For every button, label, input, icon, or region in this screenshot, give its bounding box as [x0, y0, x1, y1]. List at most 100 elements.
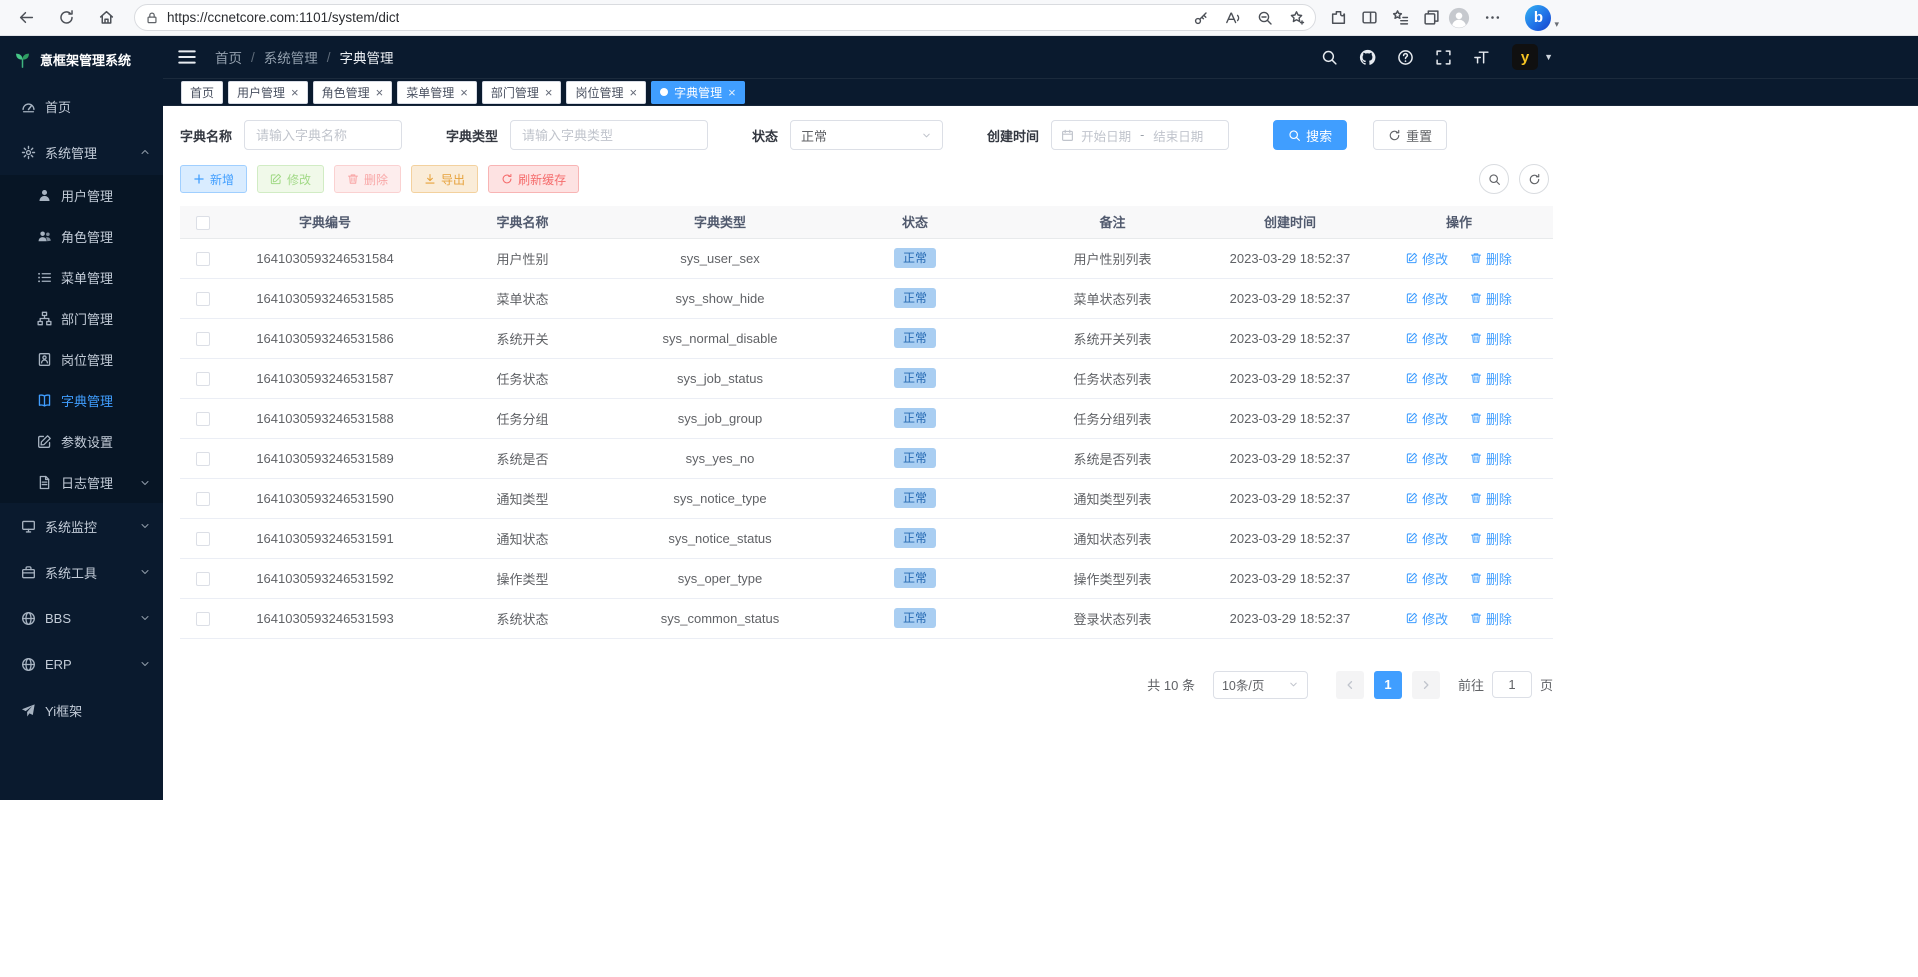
- cell-dict-type-link[interactable]: sys_show_hide: [620, 278, 820, 318]
- prev-page-button[interactable]: [1336, 671, 1364, 699]
- tab-2[interactable]: 角色管理 ×: [313, 81, 393, 104]
- cell-dict-type-link[interactable]: sys_job_group: [620, 398, 820, 438]
- address-bar[interactable]: https://ccnetcore.com:1101/system/dict: [134, 4, 1316, 31]
- zoom-out-icon[interactable]: [1257, 10, 1273, 26]
- cell-dict-type-link[interactable]: sys_user_sex: [620, 238, 820, 278]
- more-icon[interactable]: [1484, 9, 1501, 26]
- sidebar-item-2[interactable]: 用户管理: [0, 175, 163, 216]
- dict-type-input[interactable]: [510, 120, 708, 150]
- row-checkbox[interactable]: [196, 452, 210, 466]
- star-plus-icon[interactable]: [1289, 10, 1305, 26]
- refresh-table-button[interactable]: [1519, 164, 1549, 194]
- fullscreen-icon[interactable]: [1435, 49, 1452, 66]
- row-checkbox[interactable]: [196, 252, 210, 266]
- row-delete-link[interactable]: 删除: [1470, 529, 1512, 548]
- row-delete-link[interactable]: 删除: [1470, 449, 1512, 468]
- date-range-picker[interactable]: 开始日期 - 结束日期: [1051, 120, 1229, 150]
- cell-dict-type-link[interactable]: sys_oper_type: [620, 558, 820, 598]
- status-select[interactable]: 正常: [790, 120, 943, 150]
- close-icon[interactable]: ×: [291, 86, 299, 99]
- extensions-icon[interactable]: [1330, 9, 1347, 26]
- back-icon[interactable]: [10, 3, 42, 33]
- page-size-select[interactable]: 10条/页: [1213, 671, 1308, 699]
- breadcrumb-item[interactable]: 系统管理: [264, 47, 318, 67]
- toggle-search-button[interactable]: [1479, 164, 1509, 194]
- add-button[interactable]: 新增: [180, 165, 247, 193]
- row-delete-link[interactable]: 删除: [1470, 329, 1512, 348]
- row-delete-link[interactable]: 删除: [1470, 369, 1512, 388]
- sidebar-item-11[interactable]: 系统工具: [0, 549, 163, 595]
- logo[interactable]: 意框架管理系统: [0, 36, 163, 83]
- row-delete-link[interactable]: 删除: [1470, 609, 1512, 628]
- refresh-icon[interactable]: [50, 3, 82, 33]
- tab-3[interactable]: 菜单管理 ×: [397, 81, 477, 104]
- font-size-icon[interactable]: [1473, 49, 1490, 66]
- hamburger-icon[interactable]: [177, 47, 197, 67]
- cell-dict-type-link[interactable]: sys_notice_type: [620, 478, 820, 518]
- next-page-button[interactable]: [1412, 671, 1440, 699]
- close-icon[interactable]: ×: [629, 86, 637, 99]
- breadcrumb-item[interactable]: 首页: [215, 47, 242, 67]
- row-checkbox[interactable]: [196, 332, 210, 346]
- row-edit-link[interactable]: 修改: [1406, 609, 1448, 628]
- row-checkbox[interactable]: [196, 492, 210, 506]
- cell-dict-type-link[interactable]: sys_yes_no: [620, 438, 820, 478]
- delete-button[interactable]: 删除: [334, 165, 401, 193]
- split-screen-icon[interactable]: [1361, 9, 1378, 26]
- favorites-icon[interactable]: [1392, 9, 1409, 26]
- tab-4[interactable]: 部门管理 ×: [482, 81, 562, 104]
- row-delete-link[interactable]: 删除: [1470, 569, 1512, 588]
- chevron-down-icon[interactable]: ▼: [1544, 52, 1553, 62]
- close-icon[interactable]: ×: [728, 86, 736, 99]
- row-delete-link[interactable]: 删除: [1470, 489, 1512, 508]
- sidebar-item-5[interactable]: 部门管理: [0, 298, 163, 339]
- row-checkbox[interactable]: [196, 532, 210, 546]
- row-delete-link[interactable]: 删除: [1470, 249, 1512, 268]
- cell-dict-type-link[interactable]: sys_notice_status: [620, 518, 820, 558]
- row-edit-link[interactable]: 修改: [1406, 449, 1448, 468]
- select-all-checkbox[interactable]: [196, 216, 210, 230]
- row-edit-link[interactable]: 修改: [1406, 409, 1448, 428]
- close-icon[interactable]: ×: [376, 86, 384, 99]
- reset-button[interactable]: 重置: [1373, 120, 1447, 150]
- tab-5[interactable]: 岗位管理 ×: [566, 81, 646, 104]
- help-icon[interactable]: [1397, 49, 1414, 66]
- row-checkbox[interactable]: [196, 412, 210, 426]
- row-edit-link[interactable]: 修改: [1406, 529, 1448, 548]
- sidebar-item-0[interactable]: 首页: [0, 83, 163, 129]
- sidebar-item-13[interactable]: ERP: [0, 641, 163, 687]
- edit-button[interactable]: 修改: [257, 165, 324, 193]
- row-checkbox[interactable]: [196, 372, 210, 386]
- cell-dict-type-link[interactable]: sys_common_status: [620, 598, 820, 638]
- read-aloud-icon[interactable]: [1225, 10, 1241, 26]
- refresh-cache-button[interactable]: 刷新缓存: [488, 165, 579, 193]
- url-text[interactable]: https://ccnetcore.com:1101/system/dict: [167, 10, 399, 25]
- cell-dict-type-link[interactable]: sys_normal_disable: [620, 318, 820, 358]
- row-edit-link[interactable]: 修改: [1406, 489, 1448, 508]
- tab-6[interactable]: 字典管理 ×: [651, 81, 745, 104]
- page-number-current[interactable]: 1: [1374, 671, 1402, 699]
- sidebar-item-7[interactable]: 字典管理: [0, 380, 163, 421]
- row-edit-link[interactable]: 修改: [1406, 289, 1448, 308]
- row-delete-link[interactable]: 删除: [1470, 409, 1512, 428]
- search-button[interactable]: 搜索: [1273, 120, 1347, 150]
- sidebar-item-4[interactable]: 菜单管理: [0, 257, 163, 298]
- sidebar-item-14[interactable]: Yi框架: [0, 687, 163, 733]
- sidebar-item-3[interactable]: 角色管理: [0, 216, 163, 257]
- home-icon[interactable]: [90, 3, 122, 33]
- close-icon[interactable]: ×: [460, 86, 468, 99]
- github-icon[interactable]: [1359, 49, 1376, 66]
- sidebar-item-9[interactable]: 日志管理: [0, 462, 163, 503]
- cell-dict-type-link[interactable]: sys_job_status: [620, 358, 820, 398]
- tab-1[interactable]: 用户管理 ×: [228, 81, 308, 104]
- sidebar-item-8[interactable]: 参数设置: [0, 421, 163, 462]
- collections-icon[interactable]: [1423, 9, 1440, 26]
- row-edit-link[interactable]: 修改: [1406, 569, 1448, 588]
- row-edit-link[interactable]: 修改: [1406, 369, 1448, 388]
- close-icon[interactable]: ×: [545, 86, 553, 99]
- row-delete-link[interactable]: 删除: [1470, 289, 1512, 308]
- sidebar-item-6[interactable]: 岗位管理: [0, 339, 163, 380]
- dict-name-input[interactable]: [244, 120, 402, 150]
- row-checkbox[interactable]: [196, 612, 210, 626]
- row-edit-link[interactable]: 修改: [1406, 329, 1448, 348]
